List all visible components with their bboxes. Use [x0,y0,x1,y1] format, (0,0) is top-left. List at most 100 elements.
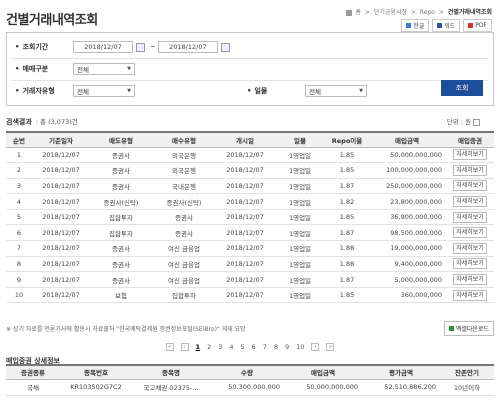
detail-button[interactable]: 자세히보기 [453,149,487,161]
next-page-button[interactable]: › [311,343,320,351]
hwp-export-button[interactable]: 한글 [401,19,430,32]
source-note: ※ 상기 자료를 언론기사에 활용시 자료출처 "한국예탁결제원 증권정보포털(… [6,326,246,333]
detail-table: 증권종류 종목번호 종목명 수량 매입금액 평가금액 잔존만기 국채 KR103… [6,364,494,396]
table-row[interactable]: 5 2018/12/07 집합투자 증권사 2018/12/07 1영업일 1.85 36,9… [6,209,494,226]
excel-icon [448,326,454,331]
results-header-row: 순번 기준일자 매도유형 매수유형 개시일 일물 Repo이율 매입금액 매입증… [6,131,494,148]
chevron-down-icon: ▼ [127,66,131,72]
page-link[interactable]: 9 [285,343,289,351]
result-header: 검색결과: 총 (3,073)건 단위 : 원 [6,116,494,128]
table-row[interactable]: 2 2018/12/07 증권사 외국은행 2018/12/07 1영업일 1.85 100,… [6,162,494,179]
word-export-button[interactable]: 워드 [432,19,461,32]
breadcrumb-current: 건별거래내역조회 [447,9,492,16]
col-no: 순번 [6,131,32,148]
col-code: 종목번호 [60,364,132,380]
results-table: 순번 기준일자 매도유형 매수유형 개시일 일물 Repo이율 매입금액 매입증… [6,131,494,304]
last-page-button[interactable]: » [326,343,335,351]
breadcrumb-repo[interactable]: Repo [420,9,435,16]
term-row: 일물 전체▼ [247,83,367,99]
page-link[interactable]: 5 [240,343,244,351]
export-toolbar: 한글 워드 PDF [401,19,492,32]
table-row[interactable]: 4 2018/12/07 증권사(신탁) 증권사(신탁) 2018/12/07 1영업일 1… [6,193,494,210]
detail-button[interactable]: 자세히보기 [453,196,487,208]
result-title: 검색결과 [6,118,32,126]
table-row[interactable]: 6 2018/12/07 집합투자 증권사 2018/12/07 1영업일 1.87 98,5… [6,224,494,242]
col-start: 개시일 [216,131,274,148]
detail-button[interactable]: 자세히보기 [453,227,487,239]
pdf-export-button[interactable]: PDF [463,19,492,32]
page-link[interactable]: 2 [207,343,211,351]
trade-type-select[interactable]: 전체 ▼ [73,63,135,75]
table-row: 국채 KR103502G7C2 국고채권 02375-... 50,300,00… [6,379,494,396]
detail-button[interactable]: 자세히보기 [453,180,487,192]
breadcrumb-home[interactable]: 홈 [355,9,361,16]
page-title: 건별거래내역조회 [6,13,98,28]
prev-page-button[interactable]: ‹ [180,343,189,351]
col-qty: 수량 [210,364,284,380]
party-type-row: 거래자유형 전체▼ [15,83,135,99]
first-page-button[interactable]: « [165,343,174,351]
col-term: 일물 [274,131,326,148]
col-maturity: 잔존만기 [440,364,494,380]
detail-button[interactable]: 자세히보기 [453,289,487,301]
pagination: « ‹ 1 2 3 4 5 6 7 8 9 10 › » [0,343,500,351]
col-kind: 증권종류 [6,364,60,380]
search-panel: 조회기간 2018/12/07 ~ 2018/12/07 매매구분 전체▼ 거래… [6,32,494,106]
table-row[interactable]: 10 2018/12/07 보험 집합투자 2018/12/07 1영업일 1.85 360,… [6,287,494,304]
home-icon[interactable] [345,9,352,16]
page-link[interactable]: 1 [196,343,201,351]
page-link[interactable]: 6 [252,343,256,351]
col-name: 종목명 [132,364,210,380]
detail-button[interactable]: 자세히보기 [453,211,487,223]
detail-button[interactable]: 자세히보기 [453,274,487,286]
page-link[interactable]: 8 [274,343,278,351]
word-icon [437,23,443,28]
col-value: 평가금액 [362,364,440,380]
date-separator: ~ [150,43,156,51]
page-link[interactable]: 7 [263,343,267,351]
pdf-icon [468,23,474,28]
trade-type-row: 매매구분 전체▼ [15,61,135,77]
col-buyer: 매수유형 [152,131,216,148]
detail-button[interactable]: 자세히보기 [453,258,487,270]
page-link[interactable]: 4 [229,343,233,351]
table-row[interactable]: 3 2018/12/07 증권사 국내은행 2018/12/07 1영업일 1.87 250,… [6,178,494,195]
term-label: 일물 [247,86,305,96]
date-from-input[interactable]: 2018/12/07 [73,41,133,53]
detail-button[interactable]: 자세히보기 [453,242,487,254]
unit-label: 단위 : 원 [447,116,480,126]
table-row[interactable]: 1 2018/12/07 증권사 외국은행 2018/12/07 1영업일 1.85 50,0… [6,147,494,164]
settings-icon[interactable] [473,118,480,126]
col-rate: Repo이율 [326,131,368,148]
excel-download-button[interactable]: 엑셀다운로드 [443,321,494,336]
breadcrumb: 홈 > 단기금융시장 > Repo > 건별거래내역조회 [344,7,492,16]
period-row: 조회기간 2018/12/07 ~ 2018/12/07 [15,39,233,55]
result-count: : 총 (3,073)건 [35,118,78,126]
hwp-icon [406,23,412,28]
party-type-select[interactable]: 전체 ▼ [73,85,135,97]
detail-header-row: 증권종류 종목번호 종목명 수량 매입금액 평가금액 잔존만기 [6,364,494,380]
col-securities: 매입증권 [446,131,494,148]
col-amount: 매입금액 [368,131,446,148]
party-type-label: 거래자유형 [15,86,73,96]
col-detail-amount: 매입금액 [284,364,362,380]
date-to-input[interactable]: 2018/12/07 [157,41,218,53]
table-row[interactable]: 7 2018/12/07 증권사 여신 금융업 2018/12/07 1영업일 1.88 19… [6,240,494,257]
term-select[interactable]: 전체 ▼ [305,85,367,97]
period-label: 조회기간 [15,42,73,52]
page-link[interactable]: 3 [218,343,222,351]
col-seller: 매도유형 [90,131,152,148]
page-header: 건별거래내역조회 홈 > 단기금융시장 > Repo > 건별거래내역조회 한글… [6,6,494,32]
table-row[interactable]: 8 2018/12/07 증권사 여신 금융업 2018/12/07 1영업일 1.88 9,… [6,256,494,273]
search-button[interactable]: 조회 [441,80,483,96]
chevron-down-icon: ▼ [127,88,131,94]
detail-button[interactable]: 자세히보기 [453,164,487,176]
calendar-icon[interactable] [220,42,230,52]
trade-type-label: 매매구분 [15,64,73,74]
chevron-down-icon: ▼ [359,88,363,94]
calendar-icon[interactable] [136,42,145,52]
breadcrumb-money-market[interactable]: 단기금융시장 [374,9,407,16]
table-row[interactable]: 9 2018/12/07 증권사 여신 금융업 2018/12/07 1영업일 1.87 5,… [6,271,494,288]
page-link[interactable]: 10 [296,343,304,351]
col-date: 기준일자 [32,131,90,148]
